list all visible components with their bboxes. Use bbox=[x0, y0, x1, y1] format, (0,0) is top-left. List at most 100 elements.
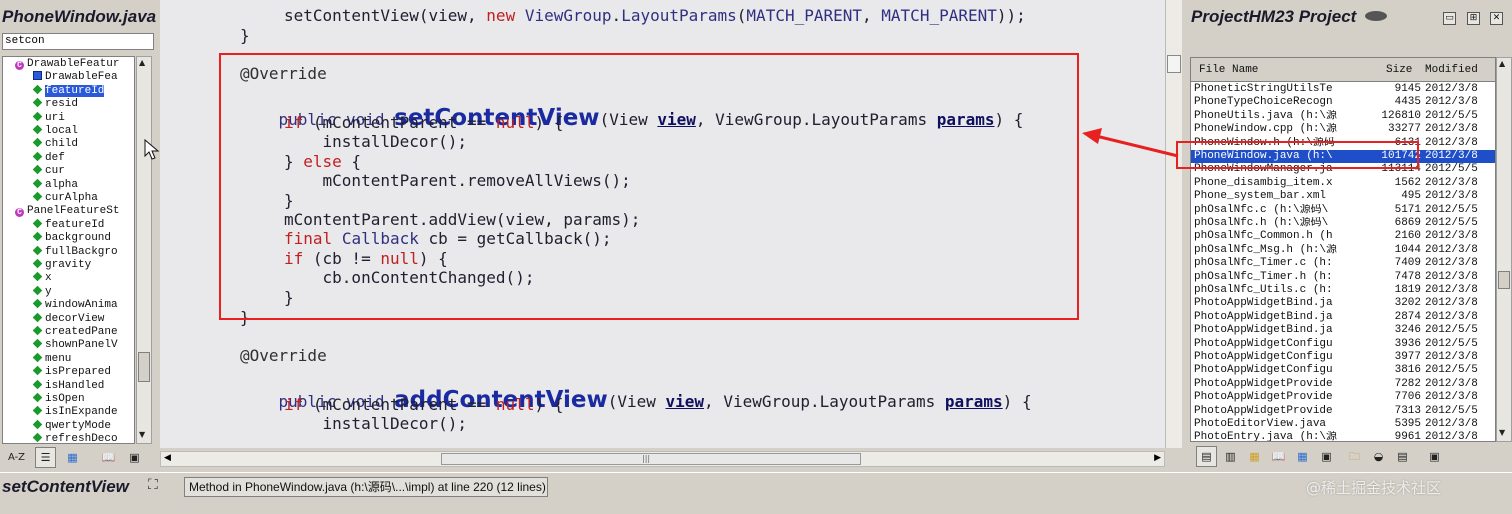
file-row[interactable]: Phone_disambig_item.x 1562 2012/3/8 bbox=[1191, 177, 1495, 190]
file-row[interactable]: PhotoAppWidgetProvide 7282 2012/3/8 bbox=[1191, 377, 1495, 391]
file-row[interactable]: PhotoAppWidgetBind.ja 2874 2012/3/8 bbox=[1191, 311, 1495, 324]
code-line: installDecor(); bbox=[284, 414, 468, 434]
file-row[interactable]: PhotoEntry.java (h:\源 9961 2012/3/8 bbox=[1191, 431, 1495, 441]
restore-button[interactable]: ▭ bbox=[1443, 12, 1456, 25]
scroll-down-arrow-icon[interactable]: ▼ bbox=[139, 430, 145, 439]
tree-item[interactable]: isOpen bbox=[32, 392, 85, 406]
file-name: PhoneticStringUtilsTe bbox=[1194, 83, 1333, 95]
sort-az-button[interactable]: A-Z bbox=[6, 447, 27, 468]
tree-item[interactable]: x bbox=[32, 272, 52, 285]
project-file-list[interactable]: File Name Size Modified PhoneticStringUt… bbox=[1190, 57, 1496, 442]
tree-item[interactable]: menu bbox=[32, 352, 71, 366]
book-icon[interactable]: 📖 bbox=[1268, 446, 1289, 467]
scroll-right-arrow-icon[interactable]: ▶ bbox=[1154, 453, 1161, 463]
tree-item[interactable]: background bbox=[32, 231, 111, 245]
symbols-icon[interactable]: ▦ bbox=[1244, 446, 1265, 467]
tree-item[interactable]: isInExpande bbox=[32, 406, 118, 419]
tree-item[interactable]: alpha bbox=[32, 178, 78, 192]
column-size[interactable]: Size bbox=[1386, 64, 1412, 76]
scroll-thumb[interactable] bbox=[138, 352, 150, 382]
tree-item[interactable]: curAlpha bbox=[32, 191, 98, 205]
list-view-icon[interactable]: ☰ bbox=[35, 447, 56, 468]
file-modified: 2012/3/8 bbox=[1425, 351, 1478, 363]
tree-item[interactable]: windowAnima bbox=[32, 298, 118, 312]
properties-icon[interactable]: ▣ bbox=[124, 447, 145, 468]
file-row[interactable]: Phone_system_bar.xml 495 2012/3/8 bbox=[1191, 190, 1495, 203]
column-modified[interactable]: Modified bbox=[1425, 64, 1478, 76]
symbol-search-input[interactable]: setcon bbox=[2, 33, 154, 50]
symbol-tree-scrollbar[interactable]: ▲ ▼ bbox=[136, 56, 152, 444]
tree-item[interactable]: featureId bbox=[32, 218, 104, 232]
file-row[interactable]: PhoneticStringUtilsTe 9145 2012/3/8 bbox=[1191, 83, 1495, 96]
tree-item[interactable]: isPrepared bbox=[32, 365, 111, 379]
tree-item[interactable]: local bbox=[32, 124, 78, 138]
tree-item[interactable]: gravity bbox=[32, 258, 91, 272]
tree-item[interactable]: C DrawableFeatur bbox=[15, 58, 119, 71]
file-row[interactable]: PhotoEditorView.java 5395 2012/3/8 bbox=[1191, 418, 1495, 431]
tree-item[interactable]: isHandled bbox=[32, 379, 104, 393]
editor-horizontal-scrollbar[interactable]: ◀ ||| ▶ bbox=[160, 451, 1165, 467]
file-list-scrollbar[interactable]: ▲ ▼ bbox=[1496, 57, 1512, 442]
tree-item[interactable]: qwertyMode bbox=[32, 419, 111, 433]
column-file-name[interactable]: File Name bbox=[1199, 64, 1258, 76]
file-row[interactable]: PhoneWindow.cpp (h:\源 33277 2012/3/8 bbox=[1191, 123, 1495, 136]
scroll-thumb[interactable] bbox=[1498, 271, 1510, 289]
symbol-tree[interactable]: C DrawableFeatur DrawableFea featureId resid… bbox=[2, 56, 135, 444]
file-size: 9145 bbox=[1394, 83, 1421, 95]
file-row[interactable]: PhotoAppWidgetProvide 7313 2012/5/5 bbox=[1191, 405, 1495, 418]
tree-item[interactable]: child bbox=[32, 138, 78, 151]
file-modified: 2012/3/8 bbox=[1425, 377, 1478, 390]
file-row[interactable]: PhotoAppWidgetBind.ja 3246 2012/5/5 bbox=[1191, 324, 1495, 337]
scroll-up-arrow-icon[interactable]: ▲ bbox=[1499, 59, 1505, 68]
document-icon[interactable]: ▤ bbox=[1392, 446, 1413, 467]
scroll-left-arrow-icon[interactable]: ◀ bbox=[164, 453, 171, 463]
scroll-thumb[interactable]: ||| bbox=[441, 453, 861, 465]
tree-item[interactable]: featureId bbox=[32, 84, 105, 98]
param-params[interactable]: params bbox=[945, 392, 1003, 411]
file-icon[interactable]: ▤ bbox=[1196, 446, 1217, 467]
file-row[interactable]: PhotoAppWidgetConfigu 3936 2012/5/5 bbox=[1191, 338, 1495, 351]
tree-item[interactable]: decorView bbox=[32, 312, 104, 326]
file-row[interactable]: PhotoAppWidgetProvide 7706 2012/3/8 bbox=[1191, 391, 1495, 404]
file-row[interactable]: phOsalNfc_Common.h (h 2160 2012/3/8 bbox=[1191, 230, 1495, 243]
project-icon[interactable]: ◒ bbox=[1368, 446, 1389, 467]
scroll-thumb[interactable] bbox=[1167, 55, 1181, 73]
file-row[interactable]: PhoneUtils.java (h:\源 126810 2012/5/5 bbox=[1191, 110, 1495, 123]
file-modified: 2012/3/8 bbox=[1425, 270, 1478, 283]
file-row[interactable]: PhoneTypeChoiceRecogn 4435 2012/3/8 bbox=[1191, 96, 1495, 109]
tree-item-label: featureId bbox=[45, 84, 105, 97]
scroll-up-arrow-icon[interactable]: ▲ bbox=[139, 58, 145, 67]
book-icon[interactable]: 📖 bbox=[98, 447, 119, 468]
properties-icon[interactable]: ▣ bbox=[1316, 446, 1337, 467]
tree-item[interactable]: fullBackgro bbox=[32, 245, 118, 259]
file-row[interactable]: phOsalNfc_Timer.h (h: 7478 2012/3/8 bbox=[1191, 270, 1495, 284]
editor-vertical-scrollbar[interactable] bbox=[1165, 0, 1182, 448]
file-row[interactable]: phOsalNfc_Utils.c (h: 1819 2012/3/8 bbox=[1191, 284, 1495, 297]
tree-item[interactable]: uri bbox=[32, 111, 65, 125]
file-row[interactable]: phOsalNfc_Timer.c (h: 7409 2012/3/8 bbox=[1191, 257, 1495, 270]
tree-item[interactable]: createdPane bbox=[32, 325, 118, 339]
tree-item[interactable]: shownPanelV bbox=[32, 339, 118, 352]
file-row[interactable]: PhotoAppWidgetBind.ja 3202 2012/3/8 bbox=[1191, 297, 1495, 310]
tree-item[interactable]: DrawableFea bbox=[33, 71, 118, 84]
scroll-down-arrow-icon[interactable]: ▼ bbox=[1499, 428, 1505, 437]
settings-icon[interactable]: ▣ bbox=[1424, 446, 1445, 467]
tree-item[interactable]: resid bbox=[32, 97, 78, 111]
file-row[interactable]: PhotoAppWidgetConfigu 3816 2012/5/5 bbox=[1191, 364, 1495, 377]
columns-icon[interactable]: ▥ bbox=[1220, 446, 1241, 467]
file-row[interactable]: phOsalNfc_Msg.h (h:\源 1044 2012/3/8 bbox=[1191, 244, 1495, 257]
file-row[interactable]: PhotoAppWidgetConfigu 3977 2012/3/8 bbox=[1191, 351, 1495, 364]
tree-item[interactable]: refreshDeco bbox=[32, 432, 118, 443]
tree-item[interactable]: y bbox=[32, 285, 52, 299]
file-row[interactable]: phOsalNfc.h (h:\源码\ 6869 2012/5/5 bbox=[1191, 217, 1495, 230]
pin-button[interactable]: ⊞ bbox=[1467, 12, 1480, 25]
close-button[interactable]: ✕ bbox=[1490, 12, 1503, 25]
param-view[interactable]: view bbox=[666, 392, 705, 411]
tree-item[interactable]: def bbox=[32, 151, 65, 165]
tree-item[interactable]: cur bbox=[32, 164, 65, 178]
file-row[interactable]: phOsalNfc.c (h:\源码\ 5171 2012/5/5 bbox=[1191, 204, 1495, 217]
folder-icon[interactable]: 🗀 bbox=[1344, 446, 1365, 467]
grid-view-icon[interactable]: ▦ bbox=[1292, 446, 1313, 467]
tree-item[interactable]: C PanelFeatureSt bbox=[15, 205, 119, 218]
grid-view-icon[interactable]: ▦ bbox=[62, 447, 83, 468]
